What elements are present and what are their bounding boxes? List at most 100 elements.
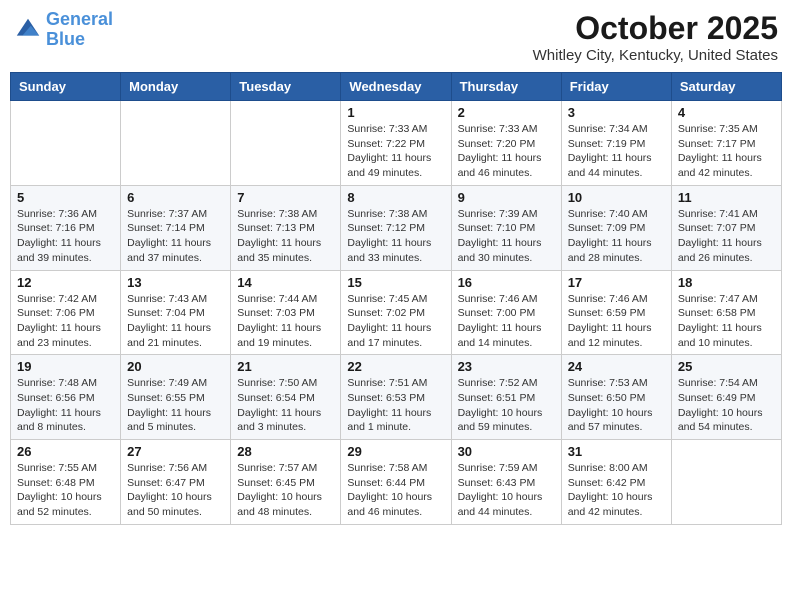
day-number: 8 [347,190,444,205]
calendar-cell: 4 Sunrise: 7:35 AM Sunset: 7:17 PM Daylig… [671,101,781,186]
day-info: Sunrise: 7:59 AM Sunset: 6:43 PM Dayligh… [458,461,555,520]
calendar-cell: 11Sunrise: 7:41 AM Sunset: 7:07 PM Dayli… [671,185,781,270]
weekday-tuesday: Tuesday [231,73,341,101]
day-number: 21 [237,359,334,374]
calendar-cell [231,101,341,186]
day-number: 7 [237,190,334,205]
calendar-cell: 13Sunrise: 7:43 AM Sunset: 7:04 PM Dayli… [121,270,231,355]
calendar-cell [11,101,121,186]
week-row-1: 1 Sunrise: 7:33 AM Sunset: 7:22 PM Daylig… [11,101,782,186]
logo-text: General Blue [46,10,113,50]
day-info: Sunrise: 7:41 AM Sunset: 7:07 PM Dayligh… [678,207,775,266]
day-info: Sunrise: 7:52 AM Sunset: 6:51 PM Dayligh… [458,376,555,435]
calendar-cell: 27Sunrise: 7:56 AM Sunset: 6:47 PM Dayli… [121,440,231,525]
day-number: 3 [568,105,665,120]
calendar-cell: 14 Sunrise: 7:44 AM Sunset: 7:03 PM Dayli… [231,270,341,355]
day-number: 30 [458,444,555,459]
day-info: Sunrise: 7:36 AM Sunset: 7:16 PM Dayligh… [17,207,114,266]
calendar-cell: 20 Sunrise: 7:49 AM Sunset: 6:55 PM Dayli… [121,355,231,440]
weekday-friday: Friday [561,73,671,101]
day-number: 25 [678,359,775,374]
day-number: 14 [237,275,334,290]
day-number: 1 [347,105,444,120]
calendar-cell: 30 Sunrise: 7:59 AM Sunset: 6:43 PM Dayli… [451,440,561,525]
day-info: Sunrise: 7:55 AM Sunset: 6:48 PM Dayligh… [17,461,114,520]
day-number: 12 [17,275,114,290]
calendar-cell: 15 Sunrise: 7:45 AM Sunset: 7:02 PM Dayli… [341,270,451,355]
weekday-header-row: SundayMondayTuesdayWednesdayThursdayFrid… [11,73,782,101]
calendar-cell: 31Sunrise: 8:00 AM Sunset: 6:42 PM Dayli… [561,440,671,525]
calendar-cell: 6Sunrise: 7:37 AM Sunset: 7:14 PM Daylig… [121,185,231,270]
weekday-wednesday: Wednesday [341,73,451,101]
weekday-thursday: Thursday [451,73,561,101]
calendar-cell: 12 Sunrise: 7:42 AM Sunset: 7:06 PM Dayli… [11,270,121,355]
calendar-table: SundayMondayTuesdayWednesdayThursdayFrid… [10,72,782,525]
day-number: 18 [678,275,775,290]
day-number: 26 [17,444,114,459]
location-title: Whitley City, Kentucky, United States [533,47,778,64]
calendar-cell: 10 Sunrise: 7:40 AM Sunset: 7:09 PM Dayli… [561,185,671,270]
calendar-cell: 3Sunrise: 7:34 AM Sunset: 7:19 PM Daylig… [561,101,671,186]
month-title: October 2025 [533,10,778,47]
day-info: Sunrise: 7:47 AM Sunset: 6:58 PM Dayligh… [678,292,775,351]
calendar-cell: 21 Sunrise: 7:50 AM Sunset: 6:54 PM Dayli… [231,355,341,440]
page-header: General Blue October 2025 Whitley City, … [10,10,782,64]
day-info: Sunrise: 7:35 AM Sunset: 7:17 PM Dayligh… [678,122,775,181]
day-number: 20 [127,359,224,374]
day-info: Sunrise: 7:45 AM Sunset: 7:02 PM Dayligh… [347,292,444,351]
day-number: 28 [237,444,334,459]
day-info: Sunrise: 7:44 AM Sunset: 7:03 PM Dayligh… [237,292,334,351]
calendar-cell: 23Sunrise: 7:52 AM Sunset: 6:51 PM Dayli… [451,355,561,440]
day-number: 17 [568,275,665,290]
day-info: Sunrise: 7:38 AM Sunset: 7:12 PM Dayligh… [347,207,444,266]
calendar-cell: 16Sunrise: 7:46 AM Sunset: 7:00 PM Dayli… [451,270,561,355]
week-row-5: 26 Sunrise: 7:55 AM Sunset: 6:48 PM Dayli… [11,440,782,525]
calendar-body: 1 Sunrise: 7:33 AM Sunset: 7:22 PM Daylig… [11,101,782,525]
calendar-cell: 8 Sunrise: 7:38 AM Sunset: 7:12 PM Daylig… [341,185,451,270]
day-info: Sunrise: 7:49 AM Sunset: 6:55 PM Dayligh… [127,376,224,435]
day-info: Sunrise: 7:37 AM Sunset: 7:14 PM Dayligh… [127,207,224,266]
title-block: October 2025 Whitley City, Kentucky, Uni… [533,10,778,64]
calendar-cell: 17 Sunrise: 7:46 AM Sunset: 6:59 PM Dayli… [561,270,671,355]
week-row-4: 19Sunrise: 7:48 AM Sunset: 6:56 PM Dayli… [11,355,782,440]
calendar-cell [121,101,231,186]
calendar-cell: 24Sunrise: 7:53 AM Sunset: 6:50 PM Dayli… [561,355,671,440]
day-info: Sunrise: 7:56 AM Sunset: 6:47 PM Dayligh… [127,461,224,520]
day-number: 16 [458,275,555,290]
day-info: Sunrise: 7:43 AM Sunset: 7:04 PM Dayligh… [127,292,224,351]
day-number: 10 [568,190,665,205]
logo: General Blue [14,10,113,50]
calendar-cell: 5 Sunrise: 7:36 AM Sunset: 7:16 PM Daylig… [11,185,121,270]
weekday-sunday: Sunday [11,73,121,101]
day-number: 5 [17,190,114,205]
calendar-cell: 7 Sunrise: 7:38 AM Sunset: 7:13 PM Daylig… [231,185,341,270]
calendar-cell: 26 Sunrise: 7:55 AM Sunset: 6:48 PM Dayli… [11,440,121,525]
calendar-cell: 19Sunrise: 7:48 AM Sunset: 6:56 PM Dayli… [11,355,121,440]
calendar-cell: 9Sunrise: 7:39 AM Sunset: 7:10 PM Daylig… [451,185,561,270]
day-info: Sunrise: 7:50 AM Sunset: 6:54 PM Dayligh… [237,376,334,435]
calendar-cell: 2Sunrise: 7:33 AM Sunset: 7:20 PM Daylig… [451,101,561,186]
day-info: Sunrise: 7:48 AM Sunset: 6:56 PM Dayligh… [17,376,114,435]
week-row-2: 5 Sunrise: 7:36 AM Sunset: 7:16 PM Daylig… [11,185,782,270]
calendar-cell: 18 Sunrise: 7:47 AM Sunset: 6:58 PM Dayli… [671,270,781,355]
day-info: Sunrise: 7:46 AM Sunset: 6:59 PM Dayligh… [568,292,665,351]
calendar-cell: 1 Sunrise: 7:33 AM Sunset: 7:22 PM Daylig… [341,101,451,186]
weekday-saturday: Saturday [671,73,781,101]
day-info: Sunrise: 7:33 AM Sunset: 7:20 PM Dayligh… [458,122,555,181]
day-number: 24 [568,359,665,374]
day-info: Sunrise: 7:39 AM Sunset: 7:10 PM Dayligh… [458,207,555,266]
calendar-cell: 22 Sunrise: 7:51 AM Sunset: 6:53 PM Dayli… [341,355,451,440]
day-info: Sunrise: 7:42 AM Sunset: 7:06 PM Dayligh… [17,292,114,351]
day-info: Sunrise: 7:51 AM Sunset: 6:53 PM Dayligh… [347,376,444,435]
day-info: Sunrise: 8:00 AM Sunset: 6:42 PM Dayligh… [568,461,665,520]
day-info: Sunrise: 7:33 AM Sunset: 7:22 PM Dayligh… [347,122,444,181]
calendar-cell: 28 Sunrise: 7:57 AM Sunset: 6:45 PM Dayli… [231,440,341,525]
day-number: 15 [347,275,444,290]
day-number: 22 [347,359,444,374]
logo-icon [14,16,42,44]
day-number: 4 [678,105,775,120]
day-info: Sunrise: 7:40 AM Sunset: 7:09 PM Dayligh… [568,207,665,266]
day-info: Sunrise: 7:38 AM Sunset: 7:13 PM Dayligh… [237,207,334,266]
calendar-cell: 29Sunrise: 7:58 AM Sunset: 6:44 PM Dayli… [341,440,451,525]
day-info: Sunrise: 7:57 AM Sunset: 6:45 PM Dayligh… [237,461,334,520]
